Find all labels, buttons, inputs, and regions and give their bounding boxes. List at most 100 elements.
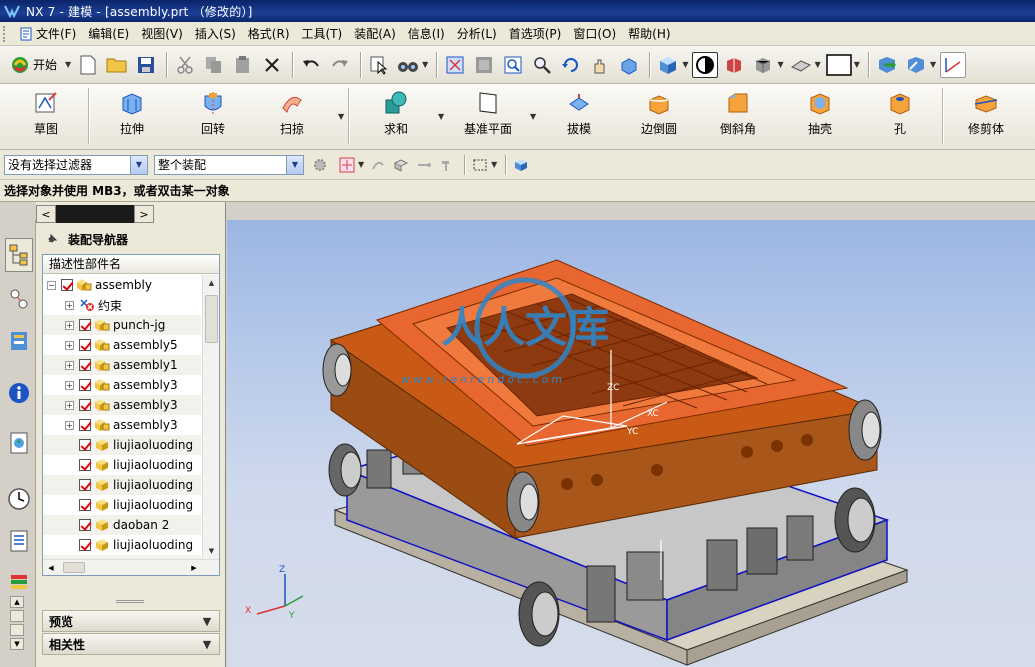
expand-icon[interactable]: +	[65, 400, 74, 410]
type-filter-select[interactable]: 没有选择过滤器 ▼	[4, 154, 148, 175]
visibility-checkbox[interactable]	[79, 419, 91, 431]
fit-view-button[interactable]	[442, 52, 468, 78]
rectangle-dropdown-icon[interactable]: ▼	[491, 160, 497, 169]
assembly-constraint-button[interactable]	[903, 52, 929, 78]
datum-dropdown-icon[interactable]: ▼	[530, 112, 536, 121]
constraint-navigator-tab[interactable]	[5, 282, 33, 316]
component-select-button[interactable]	[511, 155, 531, 175]
assembly-navigator-tab[interactable]	[5, 238, 33, 272]
tree-row[interactable]: + assembly1	[43, 355, 201, 375]
binoculars-dropdown-icon[interactable]: ▼	[422, 60, 428, 69]
edge-blend-button[interactable]: 边倒圆	[636, 88, 682, 144]
visibility-checkbox[interactable]	[79, 399, 91, 411]
tree-row[interactable]: daoban 2	[43, 515, 201, 535]
graphics-window[interactable]: ZC YC XC Z X Y 人人文库 www.renrendoc.com	[227, 220, 1035, 667]
menu-information[interactable]: 信息(I)	[402, 24, 451, 44]
visibility-checkbox[interactable]	[79, 379, 91, 391]
chevron-down-icon[interactable]: ▼	[286, 155, 303, 174]
selection-scope-select[interactable]: 整个装配 ▼	[154, 154, 304, 175]
tree-vertical-scrollbar[interactable]: ▲ ▼	[202, 275, 219, 559]
visibility-checkbox[interactable]	[79, 459, 91, 471]
visibility-checkbox[interactable]	[79, 319, 91, 331]
scroll-thumb[interactable]	[63, 562, 85, 573]
visibility-checkbox[interactable]	[79, 479, 91, 491]
dependency-section[interactable]: 相关性 ▼	[42, 633, 220, 655]
revolve-button[interactable]: 回转	[193, 88, 233, 144]
cut-button[interactable]	[172, 52, 198, 78]
resource-bar-scroller[interactable]: ▲ ▼	[10, 596, 24, 662]
shaded-cube-button[interactable]	[655, 52, 681, 78]
expand-icon[interactable]: +	[65, 420, 74, 430]
edge-display-button[interactable]	[692, 51, 719, 78]
scroll-up-icon[interactable]: ▲	[204, 276, 219, 290]
sweep-button[interactable]: 扫掠	[272, 88, 312, 144]
history-tab[interactable]	[5, 482, 33, 516]
menu-tools[interactable]: 工具(T)	[296, 24, 349, 44]
info-select-button[interactable]	[366, 52, 392, 78]
scroll-thumb[interactable]	[205, 295, 218, 343]
select-tool-1-button[interactable]	[368, 155, 388, 175]
datum-plane-button[interactable]: 基准平面	[462, 88, 514, 144]
scroll-right-icon[interactable]: ▶	[187, 561, 201, 575]
move-component-button[interactable]	[874, 52, 900, 78]
menu-preferences[interactable]: 首选项(P)	[503, 24, 568, 44]
select-tool-2-button[interactable]	[391, 155, 411, 175]
snap-point-button[interactable]	[337, 155, 357, 175]
menu-edit[interactable]: 编辑(E)	[82, 24, 135, 44]
tree-row[interactable]: liujiaoluoding	[43, 535, 201, 555]
rotate-button[interactable]	[558, 52, 584, 78]
tree-row[interactable]: − assembly	[43, 275, 201, 295]
scroll-left-icon[interactable]: ◀	[44, 561, 58, 575]
open-button[interactable]	[104, 52, 130, 78]
zoom-window-button[interactable]	[471, 52, 497, 78]
visibility-checkbox[interactable]	[79, 499, 91, 511]
chevron-down-icon[interactable]: ▼	[199, 613, 215, 629]
chevron-right-icon[interactable]: >	[134, 205, 154, 223]
expand-icon[interactable]: +	[65, 380, 74, 390]
rectangle-select-button[interactable]	[470, 155, 490, 175]
tree-row[interactable]: liujiaoluoding	[43, 475, 201, 495]
paste-button[interactable]	[230, 52, 256, 78]
menu-view[interactable]: 视图(V)	[135, 24, 189, 44]
unite-dropdown-icon[interactable]: ▼	[438, 112, 444, 121]
select-tool-4-button[interactable]	[437, 155, 457, 175]
visibility-checkbox[interactable]	[79, 519, 91, 531]
menu-window[interactable]: 窗口(O)	[567, 24, 622, 44]
wcs-button[interactable]	[940, 51, 967, 78]
menu-help[interactable]: 帮助(H)	[622, 24, 676, 44]
palette-tab[interactable]	[5, 566, 33, 600]
redo-button[interactable]	[327, 52, 353, 78]
tree-row[interactable]: liujiaoluoding	[43, 435, 201, 455]
delete-button[interactable]	[259, 52, 285, 78]
binoculars-button[interactable]	[395, 52, 421, 78]
color-dropdown-icon[interactable]: ▼	[854, 60, 860, 69]
background-color-button[interactable]	[825, 52, 853, 78]
sweep-dropdown-icon[interactable]: ▼	[338, 112, 344, 121]
chevron-left-icon[interactable]: <	[36, 205, 56, 223]
expand-icon[interactable]: +	[65, 360, 74, 370]
visibility-checkbox[interactable]	[79, 339, 91, 351]
snap-dropdown-icon[interactable]: ▼	[358, 160, 364, 169]
trim-body-button[interactable]: 修剪体	[962, 88, 1010, 144]
visibility-checkbox[interactable]	[79, 539, 91, 551]
chamfer-button[interactable]: 倒斜角	[718, 88, 758, 144]
navigator-tab-track[interactable]	[56, 205, 134, 223]
view-dropdown-icon[interactable]: ▼	[777, 60, 783, 69]
extrude-button[interactable]: 拉伸	[112, 88, 152, 144]
expand-icon[interactable]: +	[65, 300, 74, 310]
constraint-dropdown-icon[interactable]: ▼	[930, 60, 936, 69]
scroll-up-icon[interactable]: ▲	[10, 596, 24, 608]
save-button[interactable]	[133, 52, 159, 78]
menu-format[interactable]: 格式(R)	[242, 24, 296, 44]
scroll-down-icon[interactable]: ▼	[10, 638, 24, 650]
menu-file[interactable]: 文件(F)	[13, 24, 82, 44]
chevron-down-icon[interactable]: ▼	[130, 155, 147, 174]
wireframe-button[interactable]	[750, 52, 776, 78]
zoom-button[interactable]	[529, 52, 555, 78]
zoom-area-button[interactable]	[500, 52, 526, 78]
style-dropdown-icon[interactable]: ▼	[815, 60, 821, 69]
start-dropdown-icon[interactable]: ▼	[65, 60, 71, 69]
select-tool-3-button[interactable]	[414, 155, 434, 175]
visibility-checkbox[interactable]	[61, 279, 73, 291]
tree-row[interactable]: + assembly5	[43, 335, 201, 355]
